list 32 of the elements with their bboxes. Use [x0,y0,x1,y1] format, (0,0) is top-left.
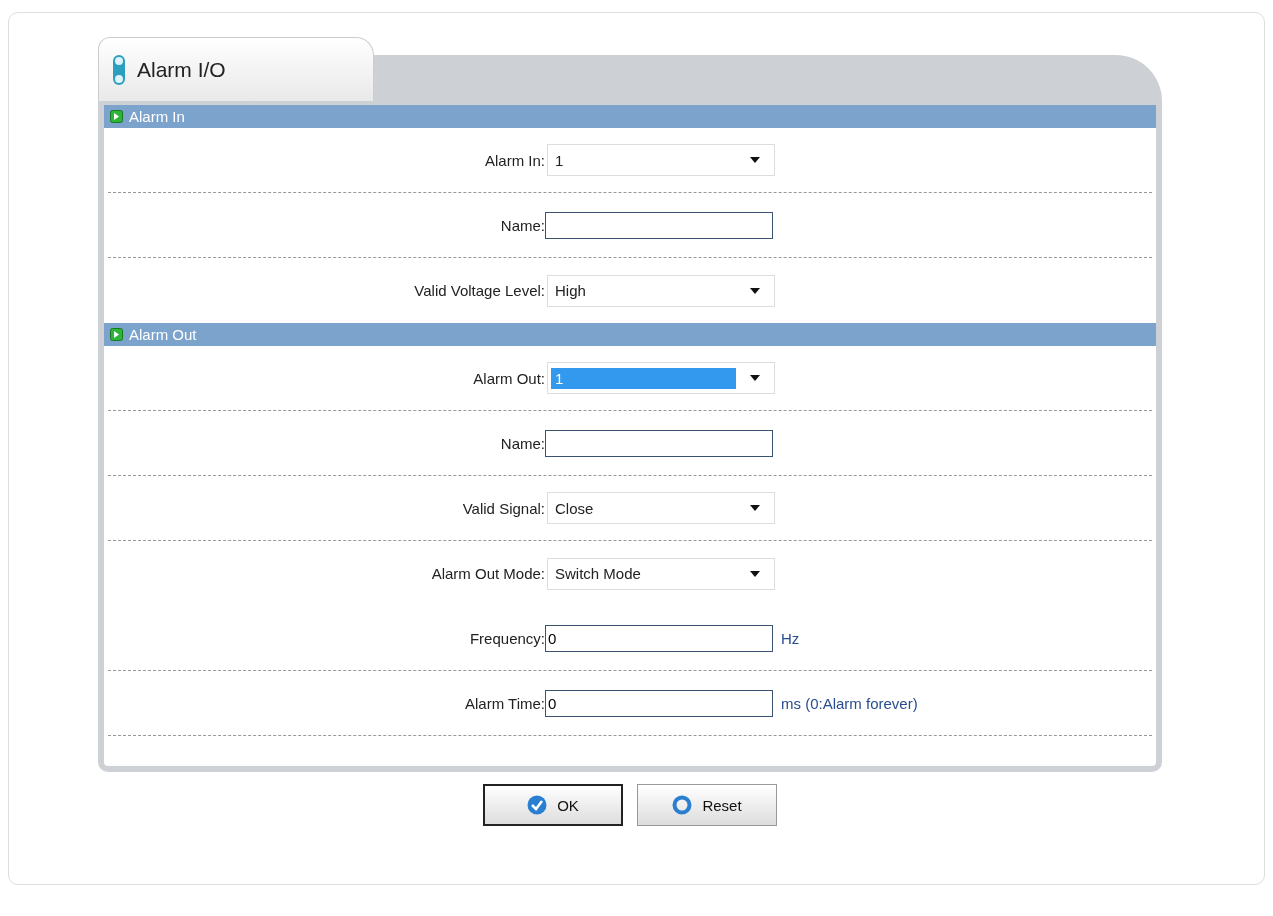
caret-icon [750,287,760,294]
io-icon [111,53,127,86]
field-label: Name: [499,434,545,452]
field-label: Valid Voltage Level: [413,282,545,299]
dropdown[interactable]: Close [547,492,775,524]
check-icon [527,795,548,815]
unit-label: Hz [781,629,800,647]
caret-icon [750,375,760,381]
caret-icon [750,570,760,577]
reset-button[interactable]: Reset [637,784,777,826]
section-title: Alarm Out [129,326,197,343]
field-label: Alarm In: [484,151,545,169]
dropdown[interactable]: 1 [547,144,775,176]
caret-icon [750,505,760,511]
caret-icon [750,157,760,163]
field-label: Alarm Out Mode: [430,565,545,582]
input-field[interactable] [545,429,773,457]
section-title: Alarm In [129,108,185,125]
ok-button[interactable]: OK [483,784,623,826]
dropdown[interactable]: High [547,274,775,307]
input-field[interactable]: 0 [545,689,773,717]
circle-icon [672,795,693,815]
dropdown[interactable]: Switch Mode [547,557,775,590]
field-label: Alarm Out: [472,369,545,387]
field-label: Name: [499,216,545,234]
input-field[interactable] [545,211,773,239]
field-label: Alarm Time: [464,694,545,712]
alarm-io-tab[interactable]: Alarm I/O [98,37,374,101]
field-label: Frequency: [468,629,545,647]
input-field[interactable]: 0 [545,624,773,652]
unit-label: ms (0:Alarm forever) [781,694,918,712]
field-label: Valid Signal: [461,499,545,517]
